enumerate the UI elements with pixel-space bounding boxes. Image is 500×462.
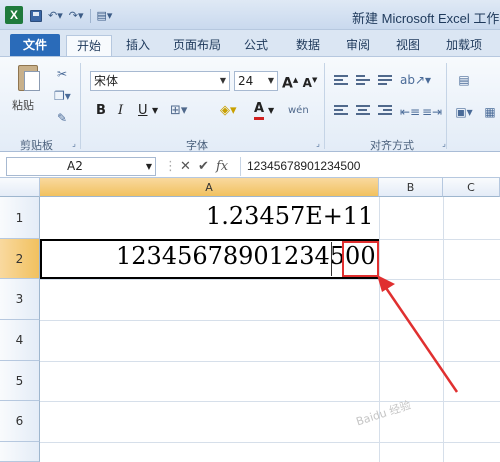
ribbon-tab-row: 文件 开始 插入 页面布局 公式 数据 审阅 视图 加载项 [0, 30, 500, 56]
chevron-down-icon: ▼ [267, 76, 274, 85]
tab-add-ins[interactable]: 加载项 [440, 35, 488, 56]
redo-icon[interactable]: ↷▾ [69, 8, 84, 24]
paste-label: 粘贴 [12, 99, 34, 112]
gridline [40, 401, 500, 402]
font-size-value: 24 [238, 74, 254, 88]
text-cursor [331, 242, 332, 276]
number-format-icon[interactable]: ▦ [480, 105, 500, 119]
align-bottom-icon[interactable] [378, 75, 392, 87]
chevron-down-icon[interactable]: ▼ [152, 101, 158, 121]
overflow-highlight-box [342, 241, 379, 277]
tab-insert[interactable]: 插入 [120, 35, 156, 56]
customize-toolbar-icon[interactable]: ▤▾ [97, 8, 113, 24]
align-top-icon[interactable] [334, 75, 348, 87]
gridline [40, 361, 500, 362]
align-middle-icon[interactable] [356, 75, 370, 87]
wrap-text-icon[interactable]: ▤ [454, 73, 474, 87]
bold-button[interactable]: B [96, 101, 106, 121]
column-header-b[interactable]: B [379, 178, 443, 197]
cut-icon[interactable]: ✂ [54, 67, 70, 81]
save-icon[interactable] [30, 10, 42, 22]
font-size-select[interactable]: 24 ▼ [234, 71, 278, 91]
cell-a2[interactable]: 12345678901234500 [116, 242, 376, 270]
tab-data[interactable]: 数据 [290, 35, 326, 56]
grow-font-icon[interactable]: A▲ [282, 73, 298, 91]
select-all-corner[interactable] [0, 178, 40, 197]
gridline [443, 197, 444, 462]
ribbon: 粘贴 ✂ ❐▾ ✎ 剪贴板 ⌟ 宋体 ▼ 24 ▼ A▲ A▼ B I U ▼ … [0, 56, 500, 152]
copy-icon[interactable]: ❐▾ [54, 89, 71, 103]
align-right-icon[interactable] [378, 105, 392, 117]
title-bar: X ↶▾ ↷▾ ▤▾ 新建 Microsoft Excel 工作表 [0, 0, 500, 30]
cell-a1[interactable]: 1.23457E+11 [206, 202, 373, 230]
name-box[interactable]: A2 ▼ [6, 157, 156, 176]
tab-file[interactable]: 文件 [10, 34, 60, 56]
row-header-3[interactable]: 3 [0, 279, 40, 320]
cancel-entry-icon[interactable]: ✕ [180, 158, 191, 175]
row-header-6[interactable]: 6 [0, 401, 40, 442]
decrease-indent-icon[interactable]: ⇤≡ [400, 105, 420, 119]
window-title: 新建 Microsoft Excel 工作表 [352, 11, 500, 26]
font-group-label: 字体 [186, 139, 208, 152]
toolbar-divider [89, 9, 91, 23]
alignment-group-label: 对齐方式 [370, 139, 414, 152]
font-color-icon[interactable]: A [254, 101, 265, 120]
orientation-icon[interactable]: ab↗▾ [400, 73, 431, 87]
column-header-c[interactable]: C [443, 178, 500, 197]
shrink-font-icon[interactable]: A▼ [302, 73, 318, 90]
gridline [40, 442, 500, 443]
insert-function-button[interactable]: fx [216, 158, 228, 175]
merge-center-icon[interactable]: ▣▾ [454, 105, 474, 119]
chevron-down-icon: ▼ [219, 76, 226, 85]
paste-sheet-icon [24, 71, 40, 91]
formula-bar-grip-icon: ⋮ [164, 159, 177, 174]
confirm-entry-icon[interactable]: ✔ [198, 158, 209, 175]
tab-view[interactable]: 视图 [390, 35, 426, 56]
tab-review[interactable]: 审阅 [340, 35, 376, 56]
format-painter-icon[interactable]: ✎ [54, 111, 70, 125]
excel-app-icon[interactable]: X [5, 6, 23, 24]
gridline [40, 279, 500, 280]
align-left-icon[interactable] [334, 105, 348, 117]
phonetic-guide-icon[interactable]: wén [288, 101, 309, 121]
fill-color-icon[interactable]: ◈▾ [220, 101, 237, 121]
clipboard-group-label: 剪贴板 [20, 139, 53, 152]
font-name-value: 宋体 [94, 74, 119, 88]
row-header-7[interactable] [0, 442, 40, 462]
borders-icon[interactable]: ⊞▾ [170, 101, 187, 121]
group-divider [324, 63, 325, 149]
formula-bar: A2 ▼ ⋮ ✕ ✔ fx 12345678901234500 [0, 156, 500, 178]
name-box-value: A2 [67, 159, 83, 173]
chevron-down-icon: ▼ [145, 162, 152, 171]
row-header-1[interactable]: 1 [0, 197, 40, 239]
row-header-5[interactable]: 5 [0, 361, 40, 401]
group-divider [80, 63, 81, 149]
align-center-icon[interactable] [356, 105, 370, 117]
tab-formulas[interactable]: 公式 [238, 35, 274, 56]
column-header-a[interactable]: A [40, 178, 379, 197]
chevron-down-icon[interactable]: ▼ [268, 101, 274, 121]
arrow-shaft [382, 284, 459, 393]
worksheet-grid: A B C 1 2 3 4 5 6 1.23457E+11 1234567890… [0, 178, 500, 462]
font-format-buttons: B I U ▼ ⊞▾ ◈▾ A ▼ wén [92, 101, 322, 123]
increase-indent-icon[interactable]: ≡⇥ [422, 105, 442, 119]
gridline [40, 320, 500, 321]
row-header-2[interactable]: 2 [0, 239, 40, 279]
undo-icon[interactable]: ↶▾ [48, 8, 63, 24]
formula-input[interactable]: 12345678901234500 [240, 157, 498, 176]
underline-button[interactable]: U [138, 101, 148, 121]
row-header-4[interactable]: 4 [0, 320, 40, 361]
quick-access-toolbar: ↶▾ ↷▾ ▤▾ [30, 8, 112, 24]
tab-page-layout[interactable]: 页面布局 [168, 35, 226, 56]
italic-button[interactable]: I [118, 101, 123, 121]
alignment-launcher-icon[interactable]: ⌟ [436, 137, 452, 151]
tab-home[interactable]: 开始 [66, 35, 112, 56]
font-name-select[interactable]: 宋体 ▼ [90, 71, 230, 91]
